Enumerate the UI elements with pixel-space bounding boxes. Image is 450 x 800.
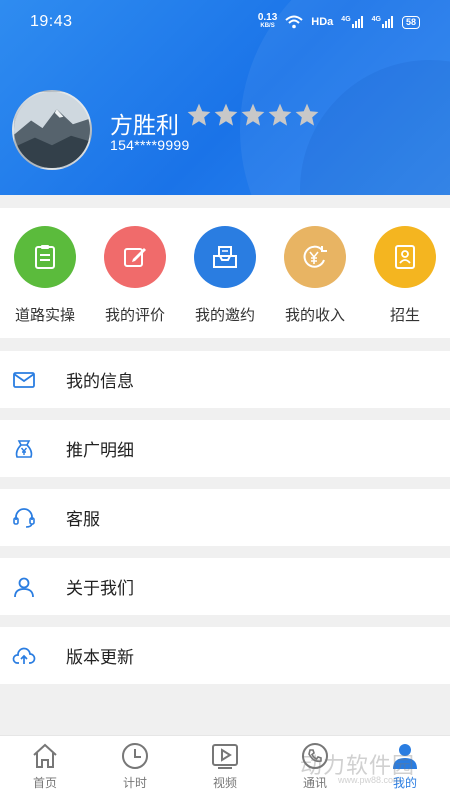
menu-item-customer-service[interactable]: 客服	[0, 489, 450, 546]
status-bar: 19:43 0.13 KB/S HDa 4G 4G 58	[0, 0, 450, 44]
signal-1-label: 4G	[341, 16, 351, 23]
net-speed-unit: KB/S	[260, 23, 275, 29]
menu-item-about-us[interactable]: 关于我们	[0, 558, 450, 615]
signal-bars-icon	[351, 16, 363, 28]
tab-label: 首页	[32, 776, 57, 790]
quick-action-enrollment[interactable]: 招生	[360, 226, 450, 325]
inbox-icon	[213, 246, 237, 268]
rating-stars	[186, 102, 320, 128]
signal-2-label: 4G	[371, 16, 381, 23]
user-phone: 154****9999	[110, 137, 190, 153]
quick-action-my-income[interactable]: 我的收入	[270, 226, 360, 325]
profile-header: 19:43 0.13 KB/S HDa 4G 4G 58 方胜利 154****…	[0, 0, 450, 195]
menu-item-label: 我的信息	[66, 372, 134, 392]
home-icon	[33, 743, 57, 768]
quick-action-label: 招生	[389, 306, 420, 324]
net-speed-value: 0.13	[257, 12, 278, 23]
signal-bars-icon	[381, 16, 393, 28]
quick-action-circle	[14, 226, 76, 288]
avatar-image	[14, 92, 90, 168]
status-time: 19:43	[30, 13, 73, 30]
tab-home[interactable]: 首页	[0, 736, 90, 800]
tab-label: 计时	[122, 776, 147, 790]
star-icon	[241, 103, 265, 126]
mail-icon	[13, 371, 35, 388]
quick-action-road-practice[interactable]: 道路实操	[0, 226, 90, 325]
tab-label: 视频	[212, 776, 237, 790]
cloud-upload-icon	[12, 647, 36, 664]
star-icon	[214, 103, 238, 126]
clock-icon	[122, 743, 148, 769]
quick-action-circle	[284, 226, 346, 288]
menu-item-label: 客服	[66, 510, 100, 530]
star-icon	[268, 103, 292, 126]
video-icon	[212, 744, 238, 769]
menu-item-label: 版本更新	[66, 648, 134, 668]
quick-action-circle	[194, 226, 256, 288]
user-icon	[14, 577, 34, 597]
yuan-bag-icon	[15, 439, 33, 458]
quick-actions-panel: 道路实操 我的评价 我的邀约 我的收入 招生	[0, 208, 450, 338]
contact-card-icon	[395, 245, 415, 269]
headset-icon	[13, 507, 35, 528]
net-speed: 0.13 KB/S	[258, 13, 277, 31]
tab-timer[interactable]: 计时	[90, 736, 180, 800]
quick-action-label: 道路实操	[14, 306, 75, 324]
signal-2: 4G	[372, 16, 394, 28]
star-icon	[187, 103, 211, 126]
quick-action-label: 我的收入	[284, 306, 345, 324]
menu-item-label: 推广明细	[66, 441, 134, 461]
quick-action-label: 我的邀约	[194, 306, 255, 324]
signal-1: 4G	[341, 16, 363, 28]
quick-action-circle	[374, 226, 436, 288]
status-indicators: 0.13 KB/S HDa 4G 4G 58	[258, 13, 420, 31]
menu-item-promotion-details[interactable]: 推广明细	[0, 420, 450, 477]
yuan-icon	[303, 245, 327, 268]
star-icon	[295, 103, 319, 126]
tab-video[interactable]: 视频	[180, 736, 270, 800]
watermark-url: www.pw88.com	[338, 775, 401, 785]
quick-action-my-invitations[interactable]: 我的邀约	[180, 226, 270, 325]
menu-item-label: 关于我们	[66, 579, 134, 599]
clipboard-icon	[35, 245, 55, 269]
avatar[interactable]	[12, 90, 92, 170]
menu-item-version-update[interactable]: 版本更新	[0, 627, 450, 684]
quick-action-my-reviews[interactable]: 我的评价	[90, 226, 180, 325]
hd-indicator: HDa	[311, 16, 334, 28]
menu-item-my-info[interactable]: 我的信息	[0, 351, 450, 408]
edit-icon	[124, 248, 146, 267]
wifi-icon	[285, 15, 303, 29]
user-name: 方胜利	[110, 113, 179, 139]
quick-action-circle	[104, 226, 166, 288]
quick-action-label: 我的评价	[104, 306, 165, 324]
battery-indicator: 58	[401, 15, 420, 29]
